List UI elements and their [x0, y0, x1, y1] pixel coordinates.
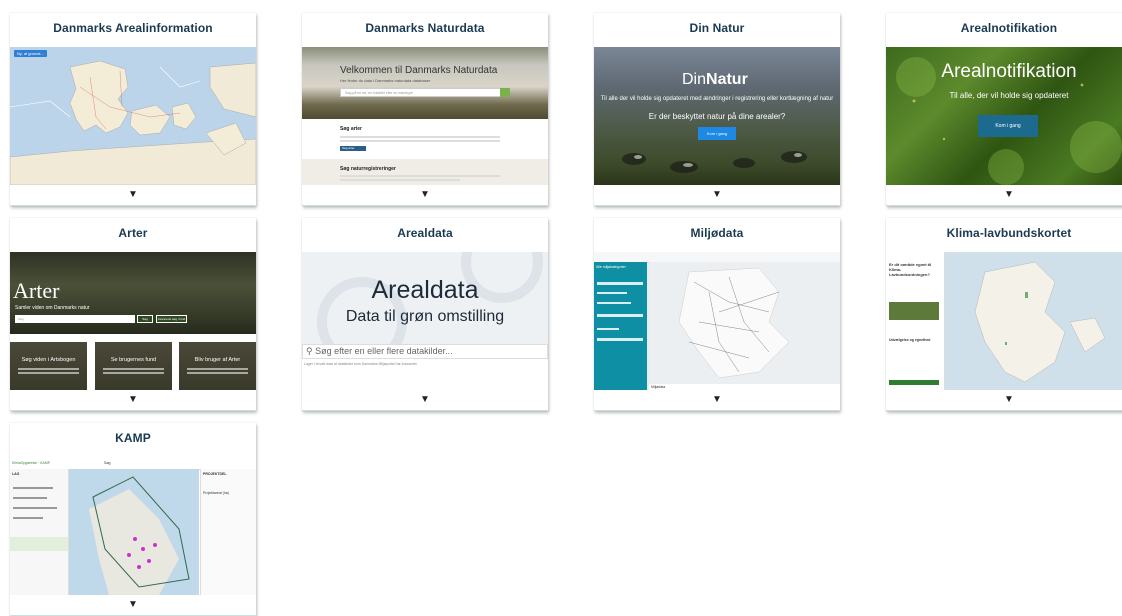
chevron-down-icon[interactable]: ▼ — [594, 392, 840, 408]
card-title: Arealdata — [397, 226, 453, 240]
miljodata-thumbnail[interactable]: Alle miljøkategorier Miljødata — [594, 252, 840, 390]
text-line — [340, 179, 460, 181]
kamp-thumbnail[interactable]: KlimaOpgørelse · KAMP Søg LAG PROJEKTDEL… — [10, 457, 256, 595]
arealdata-thumbnail[interactable]: Arealdata Data til grøn omstilling ⚲ Søg… — [302, 252, 548, 390]
din-natur-logo: DinNatur — [682, 71, 748, 88]
map-tag: Ny. af grunds... — [14, 50, 47, 57]
hero-subtitle: Data til grøn omstilling — [345, 308, 505, 325]
app-name: KlimaOpgørelse · KAMP — [12, 461, 51, 465]
card-title: Danmarks Naturdata — [365, 21, 485, 35]
klima-thumbnail[interactable]: Er dit område egnet til Klima-Lavbundsor… — [886, 252, 1122, 390]
section-title: Søg arter — [340, 126, 362, 132]
search-input[interactable]: Søg på en art, en lokalitet eller en nat… — [340, 88, 510, 97]
panel-title: Er dit område egnet til Klima-Lavbundsor… — [889, 262, 932, 277]
card-title: Din Natur — [689, 21, 745, 35]
card-arealdata[interactable]: Arealdata Arealdata Data til grøn omstil… — [302, 218, 548, 411]
text-line — [340, 175, 500, 177]
arealnotifikation-thumbnail[interactable]: Arealnotifikation Til alle, der vil hold… — [886, 47, 1122, 185]
hero-subtitle: Samler viden om Danmarks natur — [15, 305, 90, 311]
tile-text-line — [187, 372, 248, 374]
map-view[interactable] — [945, 252, 1122, 390]
chevron-down-icon[interactable]: ▼ — [594, 187, 840, 203]
chevron-down-icon[interactable]: ▼ — [302, 187, 548, 203]
chevron-down-icon[interactable]: ▼ — [302, 392, 548, 408]
tile-brugernes-fund[interactable]: Se brugernes fund — [95, 342, 172, 390]
section-title: Søg naturregistreringer — [340, 166, 396, 172]
panel-heading: PROJEKTDEL — [203, 472, 227, 476]
arter-thumbnail[interactable]: Arter Samler viden om Danmarks natur Søg… — [10, 252, 256, 390]
card-kamp[interactable]: KAMP KlimaOpgørelse · KAMP Søg LAG PROJE… — [10, 423, 256, 616]
sidebar-heading: Alle miljøkategorier — [596, 265, 626, 269]
hero-title: Arealnotifikation — [941, 61, 1077, 82]
tile-artsbogen[interactable]: Søg viden i Artsbogen — [10, 342, 87, 390]
text-line — [340, 136, 500, 138]
tile-text-line — [103, 372, 164, 374]
layer-panel[interactable]: LAG — [10, 469, 69, 595]
panel-image — [889, 302, 939, 320]
naturdata-thumbnail[interactable]: Velkommen til Danmarks Naturdata Her fin… — [302, 47, 548, 185]
tile-text-line — [18, 372, 79, 374]
card-danmarks-arealinformation[interactable]: Danmarks Arealinformation Ny. af grunds.… — [10, 13, 256, 206]
search-icon: ⚲ — [306, 346, 313, 356]
card-din-natur[interactable]: Din Natur DinNatur Til alle der vil hold… — [594, 13, 840, 206]
search-input[interactable]: ⚲ Søg efter en eller flere datakilder... — [302, 344, 548, 359]
area-label: Projektareal (ha) — [203, 491, 229, 495]
filter-sidebar[interactable]: Alle miljøkategorier — [594, 262, 647, 390]
get-started-button[interactable]: Kom i gang — [978, 115, 1038, 137]
card-danmarks-naturdata[interactable]: Danmarks Naturdata Velkommen til Danmark… — [302, 13, 548, 206]
map-view[interactable] — [69, 469, 199, 595]
advanced-search-button[interactable]: Avanceret søg i fund — [156, 315, 187, 323]
hero-question: Er der beskyttet natur på dine arealer? — [648, 112, 786, 121]
panel-heading: LAG — [12, 472, 20, 476]
card-title: Klima-lavbundskortet — [946, 226, 1072, 240]
card-title: Miljødata — [690, 226, 744, 240]
card-title: Arter — [118, 226, 148, 240]
hero-subtitle: Her finder du data i Danmarks naturdata … — [340, 78, 431, 83]
search-input[interactable]: Søg — [15, 315, 135, 323]
din-natur-thumbnail[interactable]: DinNatur Til alle der vil holde sig opda… — [594, 47, 840, 185]
card-arter[interactable]: Arter Arter Samler viden om Danmarks nat… — [10, 218, 256, 411]
hero-title: Arter — [13, 278, 60, 303]
chevron-down-icon[interactable]: ▼ — [10, 597, 256, 613]
search-button[interactable]: Søg — [137, 315, 153, 323]
tile-text-line — [187, 368, 248, 370]
card-title: Danmarks Arealinformation — [53, 21, 213, 35]
continue-button[interactable] — [889, 380, 939, 385]
section-band — [302, 159, 548, 185]
hero-title: Arealdata — [371, 276, 479, 304]
info-panel: Er dit område egnet til Klima-Lavbundsor… — [886, 252, 945, 390]
panel-subtitle: Udvælgelse og egnethed — [889, 338, 931, 342]
helper-text: Lager i forvalt data af datakilder som D… — [304, 362, 417, 366]
chevron-down-icon[interactable]: ▼ — [10, 187, 256, 203]
hero-title: Velkommen til Danmarks Naturdata — [340, 65, 498, 76]
hero-image — [302, 47, 548, 119]
text-line — [340, 140, 500, 142]
chevron-down-icon[interactable]: ▼ — [886, 392, 1122, 408]
search-arter-button[interactable]: Søg arter — [340, 146, 366, 151]
project-panel: PROJEKTDEL Projektareal (ha) — [200, 469, 256, 595]
map-view[interactable] — [649, 262, 840, 384]
get-started-button[interactable]: Kom i gang — [698, 127, 736, 140]
card-title: KAMP — [115, 431, 151, 445]
chevron-down-icon[interactable]: ▼ — [886, 187, 1122, 203]
tile-text-line — [103, 368, 164, 370]
map-thumbnail[interactable]: Ny. af grunds... — [10, 47, 256, 185]
chevron-down-icon[interactable]: ▼ — [10, 392, 256, 408]
search-input[interactable]: Søg — [104, 461, 110, 465]
tile-bliv-bruger[interactable]: Bliv bruger af Arter — [179, 342, 256, 390]
card-arealnotifikation[interactable]: Arealnotifikation Arealnotifikation Til … — [886, 13, 1122, 206]
layer-bar: Miljødata — [649, 384, 840, 390]
card-klima-lavbundskortet[interactable]: Klima-lavbundskortet Er dit område egnet… — [886, 218, 1122, 411]
card-miljodata[interactable]: Miljødata Alle miljøkategorier Miljødata… — [594, 218, 840, 411]
tile-text-line — [18, 368, 79, 370]
search-button[interactable] — [500, 88, 510, 97]
hero-subtitle: Til alle der vil holde sig opdateret med… — [600, 96, 834, 102]
hero-subtitle: Til alle, der vil holde sig opdateret — [949, 91, 1069, 100]
card-title: Arealnotifikation — [960, 21, 1058, 35]
